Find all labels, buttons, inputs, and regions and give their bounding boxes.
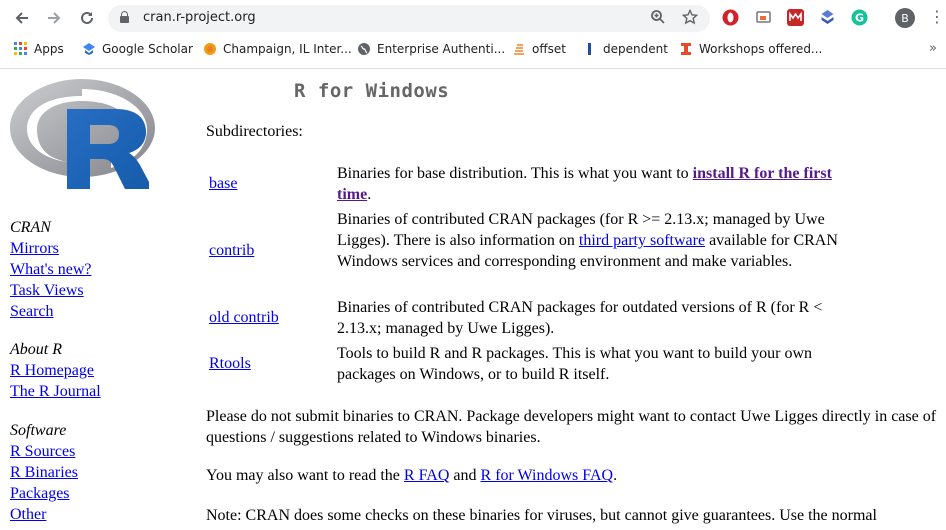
faq-paragraph: You may also want to read the R FAQ and … <box>206 465 946 486</box>
sidebar-link-r-homepage[interactable]: R Homepage <box>10 360 180 381</box>
bookmark-dependent[interactable]: dependent <box>583 42 668 56</box>
reload-button[interactable] <box>75 6 99 30</box>
sun-icon <box>204 43 216 55</box>
zoom-icon[interactable] <box>650 9 666 29</box>
sidebar-link-other[interactable]: Other <box>10 504 180 525</box>
page-content: CRAN Mirrors What's new? Task Views Sear… <box>0 69 946 530</box>
google-scholar-icon <box>83 43 95 55</box>
browser-toolbar: cran.r-project.org G B ⋮ <box>0 0 946 36</box>
bookmarks-overflow-icon[interactable]: » <box>929 41 937 56</box>
bookmark-champaign[interactable]: Champaign, IL Inter... <box>203 42 352 56</box>
sidebar-heading-cran: CRAN <box>10 219 51 236</box>
svg-text:G: G <box>855 12 864 25</box>
desc-text: . <box>367 186 372 203</box>
sidebar-link-whats-new[interactable]: What's new? <box>10 259 180 280</box>
subdirectories-label: Subdirectories: <box>206 123 303 140</box>
bookmark-label: Google Scholar <box>102 42 193 56</box>
bookmark-workshops[interactable]: Workshops offered... <box>679 42 822 56</box>
sidebar-software-group: Software R Sources R Binaries Packages O… <box>10 420 180 525</box>
sidebar-link-search[interactable]: Search <box>10 301 180 322</box>
sidebar-link-mirrors[interactable]: Mirrors <box>10 238 180 259</box>
address-bar[interactable]: cran.r-project.org <box>108 5 710 32</box>
apps-grid-icon <box>14 42 27 55</box>
stack-icon <box>514 44 524 55</box>
lock-icon <box>120 11 129 23</box>
globe-icon <box>358 43 370 55</box>
desc-text: Binaries for base distribution. This is … <box>337 165 693 182</box>
faq-text: . <box>613 467 618 484</box>
profile-avatar[interactable]: B <box>895 8 915 28</box>
r-faq-link[interactable]: R FAQ <box>404 467 450 484</box>
grammarly-extension-icon[interactable]: G <box>851 9 868 26</box>
mendeley-extension-icon[interactable] <box>787 9 804 26</box>
r-logo-icon <box>10 79 155 189</box>
row-description: Binaries of contributed CRAN packages (f… <box>337 209 857 272</box>
row-description: Tools to build R and R packages. This is… <box>337 345 812 383</box>
sidebar-about-group: About R R Homepage The R Journal <box>10 339 180 402</box>
sidebar-link-r-binaries[interactable]: R Binaries <box>10 462 180 483</box>
sidebar-heading-about: About R <box>10 341 62 358</box>
bookmark-label: Workshops offered... <box>699 42 823 56</box>
virus-note-paragraph: Note: CRAN does some checks on these bin… <box>206 507 877 524</box>
row-description: Binaries for base distribution. This is … <box>337 163 857 205</box>
sidebar-link-packages[interactable]: Packages <box>10 483 180 504</box>
sidebar-heading-software: Software <box>10 422 67 439</box>
sidebar-link-r-sources[interactable]: R Sources <box>10 441 180 462</box>
back-arrow-icon <box>15 12 28 24</box>
r-windows-faq-link[interactable]: R for Windows FAQ <box>481 467 614 484</box>
bookmarks-bar: Apps Google Scholar Champaign, IL Inter.… <box>0 37 946 65</box>
sidebar-cran-group: CRAN Mirrors What's new? Task Views Sear… <box>10 217 180 322</box>
bookmark-label: offset <box>532 42 566 56</box>
shield-extension-icon[interactable] <box>819 9 836 26</box>
link-contrib[interactable]: contrib <box>209 240 254 261</box>
row-description: Binaries of contributed CRAN packages fo… <box>337 299 823 337</box>
forward-button[interactable] <box>42 6 66 30</box>
bookmark-label: Enterprise Authenti... <box>377 42 506 56</box>
sidebar-link-r-journal[interactable]: The R Journal <box>10 381 180 402</box>
link-rtools[interactable]: Rtools <box>209 353 251 374</box>
opera-extension-icon[interactable] <box>722 9 739 26</box>
page-title: R for Windows <box>294 80 450 102</box>
illinois-i-icon <box>681 43 691 55</box>
third-party-software-link[interactable]: third party software <box>579 232 705 249</box>
url-text: cran.r-project.org <box>143 10 256 25</box>
bookmark-google-scholar[interactable]: Google Scholar <box>82 42 193 56</box>
menu-kebab-icon[interactable]: ⋮ <box>929 8 945 26</box>
bookmark-label: dependent <box>603 42 668 56</box>
faq-text: You may also want to read the <box>206 467 404 484</box>
browser-chrome: cran.r-project.org G B ⋮ Apps Google Sch… <box>0 0 946 69</box>
bookmark-offset[interactable]: offset <box>512 42 566 56</box>
reload-icon <box>81 11 93 24</box>
bookmark-star-icon[interactable] <box>681 8 699 29</box>
r-logo[interactable] <box>10 77 160 195</box>
link-old-contrib[interactable]: old contrib <box>209 307 279 328</box>
binaries-notice-paragraph: Please do not submit binaries to CRAN. P… <box>206 408 937 446</box>
forward-arrow-icon <box>48 12 61 24</box>
bookmark-label: Champaign, IL Inter... <box>223 42 352 56</box>
bookmark-enterprise-auth[interactable]: Enterprise Authenti... <box>357 42 505 56</box>
link-base[interactable]: base <box>209 173 237 194</box>
sidebar-link-task-views[interactable]: Task Views <box>10 280 180 301</box>
bookmark-label: Apps <box>34 42 64 56</box>
back-button[interactable] <box>10 6 34 30</box>
faq-text: and <box>449 467 481 484</box>
bookmark-apps[interactable]: Apps <box>14 42 64 56</box>
cast-extension-icon[interactable] <box>755 9 772 26</box>
bookmark-favicon-icon <box>588 43 591 55</box>
